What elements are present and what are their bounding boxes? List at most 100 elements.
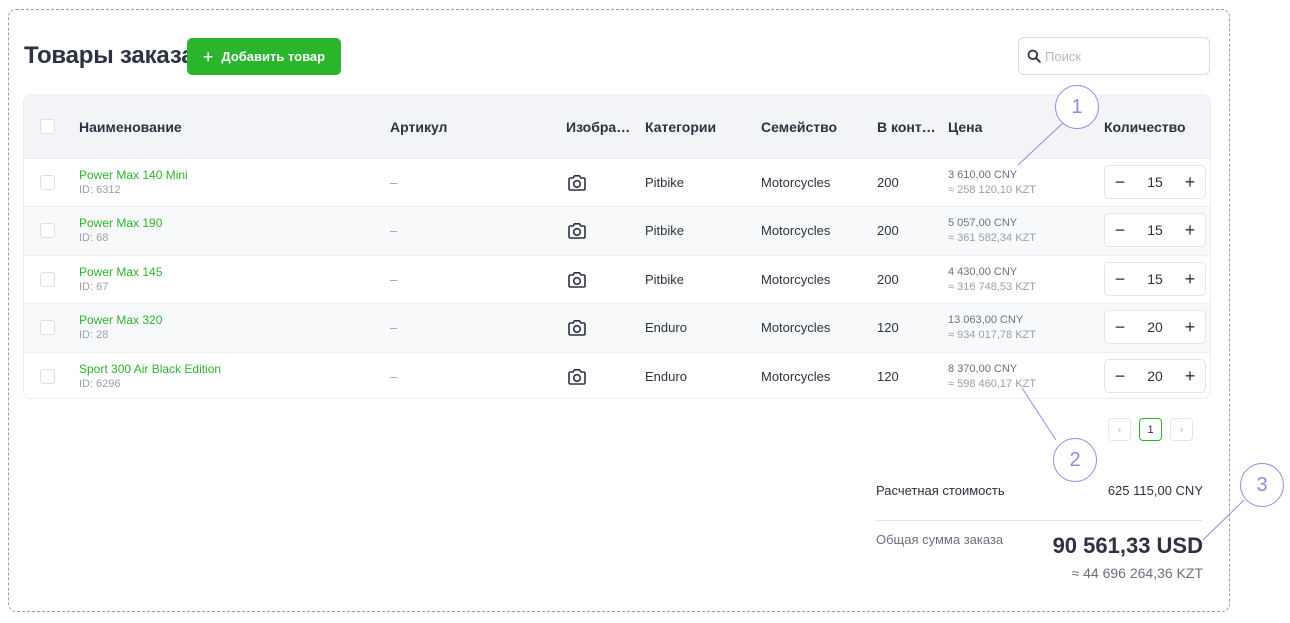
product-id: ID: 6312	[79, 184, 121, 196]
order-total-value: 90 561,33 USD	[1052, 533, 1203, 558]
callout-2: 2	[1053, 438, 1097, 482]
pagination: ‹ 1 ›	[1108, 418, 1193, 441]
quantity-value[interactable]: 15	[1147, 222, 1163, 238]
product-id: ID: 28	[79, 329, 109, 342]
product-article: –	[390, 368, 398, 384]
product-price-kzt: ≈ 316 748,53 KZT	[948, 280, 1036, 293]
camera-icon[interactable]	[566, 366, 588, 388]
quantity-value[interactable]: 20	[1147, 368, 1163, 384]
product-name-link[interactable]: Power Max 320	[79, 313, 162, 327]
page-1-button[interactable]: 1	[1139, 418, 1162, 441]
product-family: Motorcycles	[761, 175, 831, 190]
row-checkbox[interactable]	[40, 320, 55, 336]
increase-button[interactable]: +	[1183, 270, 1197, 288]
table-row: Power Max 190 ID: 68 – Pitbike Motorcycles 20…	[24, 206, 1210, 255]
product-price-cny: 13 063,00 CNY	[948, 314, 1024, 327]
product-id: ID: 68	[79, 232, 109, 245]
prev-page-button[interactable]: ‹	[1108, 418, 1131, 441]
calc-cost-value: 625 115,00 CNY	[1107, 483, 1203, 498]
decrease-button[interactable]: −	[1113, 173, 1127, 191]
decrease-button[interactable]: −	[1113, 318, 1127, 336]
summary-divider	[876, 520, 1202, 521]
add-product-label: Добавить товар	[221, 49, 326, 64]
callout-3: 3	[1240, 463, 1284, 507]
product-category: Pitbike	[645, 175, 685, 190]
product-article: –	[390, 175, 398, 190]
row-checkbox[interactable]	[40, 271, 55, 287]
row-checkbox[interactable]	[40, 368, 55, 384]
product-category: Enduro	[645, 368, 687, 384]
col-price[interactable]: Цена	[948, 119, 982, 135]
product-name-link[interactable]: Power Max 145	[79, 265, 162, 279]
product-container: 120	[877, 368, 899, 384]
search-icon	[1027, 49, 1041, 63]
search-input[interactable]	[1045, 48, 1195, 64]
product-price-kzt: ≈ 598 460,17 KZT	[948, 377, 1036, 390]
product-id: ID: 67	[79, 280, 109, 293]
next-page-button[interactable]: ›	[1170, 418, 1193, 441]
row-checkbox[interactable]	[40, 175, 55, 190]
col-article[interactable]: Артикул	[390, 119, 447, 135]
row-checkbox[interactable]	[40, 223, 55, 239]
increase-button[interactable]: +	[1183, 367, 1197, 385]
product-container: 200	[877, 271, 899, 287]
quantity-value[interactable]: 15	[1147, 271, 1163, 287]
increase-button[interactable]: +	[1183, 173, 1197, 191]
product-category: Pitbike	[645, 271, 685, 287]
product-price-kzt: ≈ 934 017,78 KZT	[948, 329, 1036, 342]
product-price-cny: 3 610,00 CNY	[948, 169, 1018, 181]
quantity-value[interactable]: 15	[1147, 174, 1163, 190]
order-total-kzt: ≈ 44 696 264,36 KZT	[1071, 565, 1203, 581]
table-header: Наименование Артикул Изобра… Категории С…	[24, 95, 1210, 158]
product-price-cny: 5 057,00 CNY	[948, 217, 1018, 230]
product-category: Enduro	[645, 320, 687, 336]
quantity-value[interactable]: 20	[1147, 319, 1163, 335]
add-product-button[interactable]: + Добавить товар	[187, 38, 341, 75]
decrease-button[interactable]: −	[1113, 270, 1127, 288]
product-price-kzt: ≈ 258 120,10 KZT	[948, 184, 1036, 196]
col-category[interactable]: Категории	[645, 119, 716, 135]
camera-icon[interactable]	[566, 269, 588, 291]
product-name-link[interactable]: Sport 300 Air Black Edition	[79, 362, 221, 376]
product-name-link[interactable]: Power Max 140 Mini	[79, 168, 188, 182]
product-name-link[interactable]: Power Max 190	[79, 216, 162, 230]
page-title: Товары заказа	[24, 42, 195, 69]
product-family: Motorcycles	[761, 271, 831, 287]
product-family: Motorcycles	[761, 368, 831, 384]
product-article: –	[390, 223, 398, 239]
table-row: Power Max 145 ID: 67 – Pitbike Motorcycles 20…	[24, 254, 1210, 303]
product-id: ID: 6296	[79, 377, 121, 390]
col-quantity[interactable]: Количество	[1104, 119, 1186, 135]
camera-icon[interactable]	[566, 172, 588, 194]
quantity-stepper: − 15 +	[1104, 261, 1206, 296]
product-container: 200	[877, 175, 899, 190]
increase-button[interactable]: +	[1183, 318, 1197, 336]
decrease-button[interactable]: −	[1113, 221, 1127, 239]
product-container: 200	[877, 223, 899, 239]
plus-icon: +	[202, 46, 214, 67]
product-family: Motorcycles	[761, 223, 831, 239]
col-name[interactable]: Наименование	[79, 119, 182, 135]
quantity-stepper: − 15 +	[1104, 213, 1206, 248]
callout-1: 1	[1055, 85, 1099, 129]
table-row: Power Max 140 Mini ID: 6312 – Pitbike Motorc…	[24, 158, 1210, 206]
product-family: Motorcycles	[761, 320, 831, 336]
col-container[interactable]: В конт…	[877, 119, 936, 135]
quantity-stepper: − 15 +	[1104, 165, 1206, 199]
product-category: Pitbike	[645, 223, 685, 239]
search-box[interactable]	[1018, 37, 1210, 75]
select-all-checkbox[interactable]	[40, 119, 55, 134]
product-article: –	[390, 271, 398, 287]
product-article: –	[390, 320, 398, 336]
product-price-cny: 4 430,00 CNY	[948, 265, 1018, 278]
calc-cost-label: Расчетная стоимость	[876, 483, 1005, 498]
camera-icon[interactable]	[566, 220, 588, 242]
col-image[interactable]: Изобра…	[566, 119, 630, 135]
decrease-button[interactable]: −	[1113, 367, 1127, 385]
product-price-kzt: ≈ 361 582,34 KZT	[948, 232, 1036, 245]
camera-icon[interactable]	[566, 317, 588, 339]
table-row: Sport 300 Air Black Edition ID: 6296 – Endu…	[24, 351, 1210, 398]
increase-button[interactable]: +	[1183, 221, 1197, 239]
col-family[interactable]: Семейство	[761, 119, 837, 135]
products-table: Наименование Артикул Изобра… Категории С…	[23, 94, 1211, 399]
